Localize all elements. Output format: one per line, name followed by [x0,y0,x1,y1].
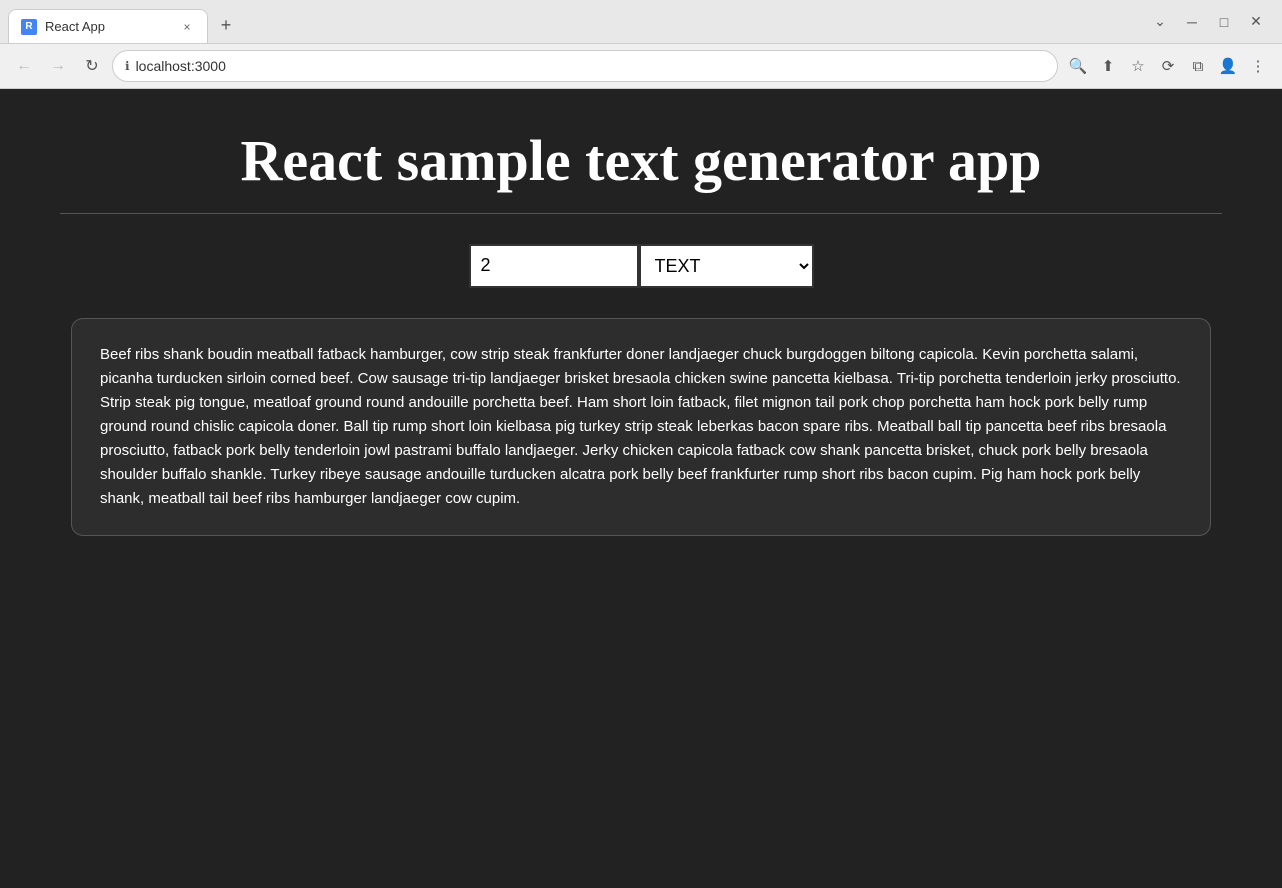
controls-row: TEXT HTML MARKDOWN [469,244,814,288]
page-content: React sample text generator app TEXT HTM… [0,89,1282,888]
refresh-button[interactable]: ↻ [78,52,106,80]
new-tab-button[interactable]: + [212,11,240,39]
close-window-button[interactable]: ✕ [1242,8,1270,36]
zoom-icon[interactable]: 🔍 [1064,52,1092,80]
active-tab[interactable]: R React App × [8,9,208,43]
url-input[interactable] [136,58,1045,74]
lock-icon: ℹ [125,59,130,73]
profile-icon[interactable]: 👤 [1214,52,1242,80]
browser-toolbar: ← → ↻ ℹ 🔍 ⬆ ☆ ⟳ ⧉ 👤 ⋮ [0,44,1282,88]
generated-text: Beef ribs shank boudin meatball fatback … [100,343,1182,511]
back-button[interactable]: ← [10,52,38,80]
number-input[interactable] [469,244,639,288]
menu-button[interactable]: ⋮ [1244,52,1272,80]
tab-close-button[interactable]: × [179,19,195,35]
title-bar: R React App × + ⌄ ─ □ ✕ [0,0,1282,44]
tab-favicon: R [21,19,37,35]
type-select[interactable]: TEXT HTML MARKDOWN [639,244,814,288]
share-icon[interactable]: ⬆ [1094,52,1122,80]
extension-icon[interactable]: ⟳ [1154,52,1182,80]
window-controls: ⌄ ─ □ ✕ [1134,0,1282,43]
minimize-button[interactable]: ─ [1178,8,1206,36]
page-divider [60,213,1222,214]
chevron-down-button[interactable]: ⌄ [1146,8,1174,36]
puzzle-icon[interactable]: ⧉ [1184,52,1212,80]
star-icon[interactable]: ☆ [1124,52,1152,80]
maximize-button[interactable]: □ [1210,8,1238,36]
address-bar[interactable]: ℹ [112,50,1058,82]
page-title: React sample text generator app [240,129,1041,193]
generated-text-box: Beef ribs shank boudin meatball fatback … [71,318,1211,536]
tab-title: React App [45,19,171,34]
tab-area: R React App × + [0,0,1134,43]
forward-button[interactable]: → [44,52,72,80]
browser-chrome: R React App × + ⌄ ─ □ ✕ ← → ↻ ℹ 🔍 ⬆ ☆ ⟳ … [0,0,1282,89]
toolbar-right: 🔍 ⬆ ☆ ⟳ ⧉ 👤 ⋮ [1064,52,1272,80]
